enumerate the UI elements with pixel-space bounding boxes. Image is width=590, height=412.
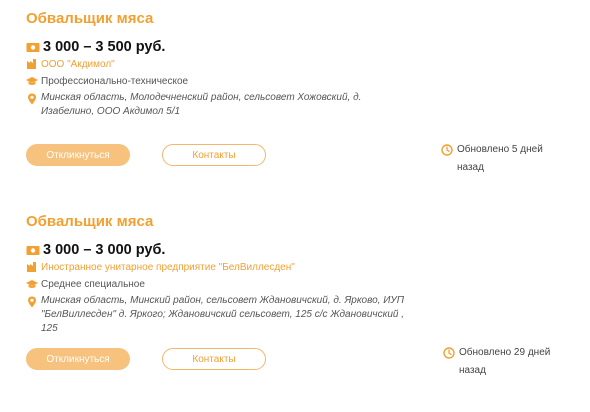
salary: 3 000 – 3 500 руб. (43, 39, 166, 55)
vacancy-list: Обвальщик мяса 3 000 – 3 500 руб. ООО "А… (0, 0, 590, 412)
company-name[interactable]: Иностранное унитарное предприятие "БелВи… (41, 260, 295, 275)
address-text: Минская область, Молодечненский район, с… (41, 92, 362, 117)
company-row: Иностранное унитарное предприятие "БелВи… (26, 260, 295, 275)
updated-text-line1: Обновлено 29 дней (459, 347, 551, 358)
vacancy-title[interactable]: Обвальщик мяса (26, 10, 153, 27)
company-row: ООО "Акдимол" (26, 57, 115, 72)
contacts-button[interactable]: Контакты (162, 348, 266, 370)
contacts-button[interactable]: Контакты (162, 144, 266, 166)
vacancy-title[interactable]: Обвальщик мяса (26, 213, 153, 230)
factory-icon (27, 262, 36, 272)
updated-status: Обновлено 5 дней назад (441, 141, 551, 177)
clock-icon (441, 144, 453, 156)
money-icon (26, 245, 40, 255)
education-row: Среднее специальное (26, 277, 145, 292)
salary-row: 3 000 – 3 000 руб. (26, 241, 165, 259)
address-text: Минская область, Минский район, сельсове… (41, 295, 405, 334)
education-row: Профессионально-техническое (26, 74, 188, 89)
updated-text-line2: назад (459, 365, 486, 376)
address-row: Минская область, Молодечненский район, с… (26, 91, 416, 119)
salary: 3 000 – 3 000 руб. (43, 242, 166, 258)
location-pin-icon (28, 296, 36, 308)
graduation-cap-icon (26, 280, 38, 288)
education-level: Среднее специальное (41, 279, 145, 290)
graduation-cap-icon (26, 77, 38, 85)
updated-text-line2: назад (457, 162, 484, 173)
location-pin-icon (28, 93, 36, 105)
company-name[interactable]: ООО "Акдимол" (41, 57, 115, 72)
apply-button[interactable]: Откликнуться (26, 348, 130, 370)
apply-button[interactable]: Откликнуться (26, 144, 130, 166)
updated-status: Обновлено 29 дней назад (443, 344, 558, 380)
money-icon (26, 42, 40, 52)
salary-row: 3 000 – 3 500 руб. (26, 38, 165, 56)
updated-text-line1: Обновлено 5 дней (457, 144, 543, 155)
address-row: Минская область, Минский район, сельсове… (26, 294, 416, 336)
clock-icon (443, 347, 455, 359)
education-level: Профессионально-техническое (41, 76, 189, 87)
factory-icon (27, 59, 36, 69)
